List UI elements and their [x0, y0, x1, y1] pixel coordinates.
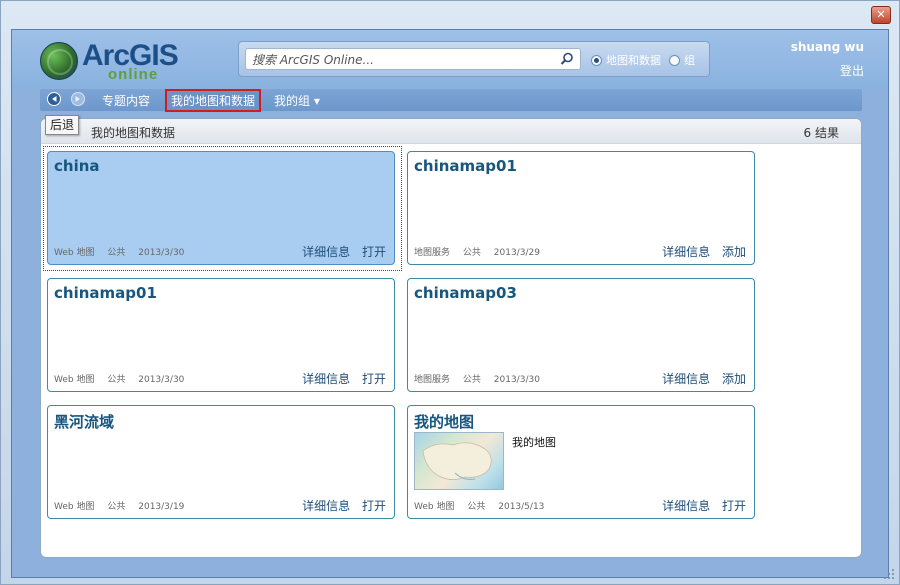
item-card[interactable]: chinamap01 地图服务 公共 2013/3/29 详细信息 添加 [407, 151, 755, 265]
nav-featured-content[interactable]: 专题内容 [102, 92, 150, 109]
browser-window: ✕ ArcGIS online 地图和数据 [0, 0, 900, 585]
card-title[interactable]: chinamap03 [414, 284, 517, 302]
item-card[interactable]: 我的地图 我的地图 Web 地图 公共 2013/5/13 详细信息 打开 [407, 405, 755, 519]
radio-maps-and-data[interactable] [591, 54, 602, 66]
card-title[interactable]: chinamap01 [414, 157, 517, 175]
card-access: 公共 [107, 375, 126, 385]
user-name: shuang wu [790, 40, 864, 54]
card-meta: Web 地图 公共 2013/3/19 [54, 499, 194, 512]
add-link[interactable]: 添加 [722, 245, 746, 259]
card-type: Web 地图 [414, 502, 455, 512]
search-icon[interactable] [560, 52, 574, 66]
card-title[interactable]: china [54, 157, 100, 175]
map-thumbnail-graphic [422, 442, 492, 480]
arcgis-logo[interactable]: ArcGIS online [40, 39, 190, 84]
details-link[interactable]: 详细信息 [302, 372, 350, 386]
card-access: 公共 [467, 502, 486, 512]
card-date: 2013/3/29 [493, 248, 540, 258]
card-access: 公共 [107, 502, 126, 512]
card-actions: 详细信息 打开 [294, 370, 386, 387]
globe-icon [40, 42, 78, 80]
add-link[interactable]: 添加 [722, 372, 746, 386]
card-date: 2013/3/30 [138, 248, 185, 258]
card-actions: 详细信息 打开 [654, 497, 746, 514]
back-arrow-icon[interactable] [46, 92, 62, 106]
details-link[interactable]: 详细信息 [302, 245, 350, 259]
radio-maps-label: 地图和数据 [606, 54, 661, 67]
open-link[interactable]: 打开 [362, 499, 386, 513]
search-box [245, 48, 581, 70]
card-meta: 地图服务 公共 2013/3/30 [414, 372, 550, 385]
item-card[interactable]: chinamap01 Web 地图 公共 2013/3/30 详细信息 打开 [47, 278, 395, 392]
card-date: 2013/3/30 [138, 375, 185, 385]
card-title[interactable]: chinamap01 [54, 284, 157, 302]
map-thumbnail[interactable] [414, 432, 504, 490]
item-card[interactable]: chinamap03 地图服务 公共 2013/3/30 详细信息 添加 [407, 278, 755, 392]
resize-grip-icon[interactable] [883, 568, 895, 580]
details-link[interactable]: 详细信息 [662, 372, 710, 386]
panel-header: 我的地图和数据 6 结果 [41, 119, 861, 144]
item-card[interactable]: 黑河流域 Web 地图 公共 2013/3/19 详细信息 打开 [47, 405, 395, 519]
app-header: ArcGIS online 地图和数据 组 shua [12, 30, 888, 88]
card-type: Web 地图 [54, 248, 95, 258]
card-meta: Web 地图 公共 2013/3/30 [54, 372, 194, 385]
result-count: 6 结果 [803, 126, 839, 140]
logo-subtext: online [108, 66, 159, 83]
nav-my-maps-and-data[interactable]: 我的地图和数据 [165, 89, 262, 112]
open-link[interactable]: 打开 [722, 499, 746, 513]
card-access: 公共 [462, 248, 481, 258]
details-link[interactable]: 详细信息 [302, 499, 350, 513]
card-date: 2013/3/19 [138, 502, 185, 512]
card-actions: 详细信息 添加 [654, 370, 746, 387]
item-card[interactable]: china Web 地图 公共 2013/3/30 详细信息 打开 [47, 151, 395, 265]
card-title[interactable]: 黑河流域 [54, 411, 114, 432]
close-button[interactable]: ✕ [871, 6, 891, 24]
details-link[interactable]: 详细信息 [662, 245, 710, 259]
card-description: 我的地图 [512, 436, 556, 449]
search-bar: 地图和数据 组 [238, 41, 710, 77]
content-panel: 我的地图和数据 6 结果 china Web 地图 公共 2013/3/30 详… [40, 118, 862, 558]
card-actions: 详细信息 打开 [294, 243, 386, 260]
card-meta: 地图服务 公共 2013/3/29 [414, 245, 550, 258]
nav-my-groups[interactable]: 我的组 ▾ [274, 92, 320, 109]
card-type: Web 地图 [54, 502, 95, 512]
card-title[interactable]: 我的地图 [414, 411, 474, 432]
card-type: Web 地图 [54, 375, 95, 385]
logout-link[interactable]: 登出 [840, 62, 864, 79]
open-link[interactable]: 打开 [362, 372, 386, 386]
card-type: 地图服务 [414, 248, 451, 258]
radio-groups[interactable] [669, 54, 680, 66]
details-link[interactable]: 详细信息 [662, 499, 710, 513]
arcgis-app-frame: ArcGIS online 地图和数据 组 shua [11, 29, 889, 578]
panel-title: 我的地图和数据 [91, 126, 176, 140]
card-actions: 详细信息 添加 [654, 243, 746, 260]
card-access: 公共 [462, 375, 481, 385]
card-meta: Web 地图 公共 2013/5/13 [414, 499, 554, 512]
radio-groups-label: 组 [684, 54, 695, 67]
forward-arrow-icon[interactable] [70, 92, 86, 106]
card-date: 2013/3/30 [493, 375, 540, 385]
card-type: 地图服务 [414, 375, 451, 385]
search-scope-radios: 地图和数据 组 [591, 52, 695, 68]
card-access: 公共 [107, 248, 126, 258]
card-actions: 详细信息 打开 [294, 497, 386, 514]
card-meta: Web 地图 公共 2013/3/30 [54, 245, 194, 258]
nav-bar: 专题内容 我的地图和数据 我的组 ▾ [40, 89, 862, 112]
search-input[interactable] [246, 50, 558, 70]
back-tooltip: 后退 [45, 115, 80, 135]
open-link[interactable]: 打开 [362, 245, 386, 259]
card-date: 2013/5/13 [498, 502, 545, 512]
